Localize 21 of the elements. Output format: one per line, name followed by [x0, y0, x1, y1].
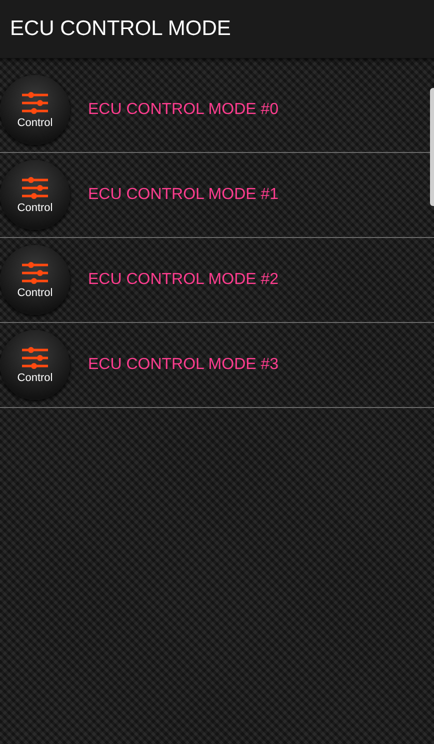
list-item[interactable]: Control ECU CONTROL MODE #1	[0, 153, 434, 238]
icon-label: Control	[17, 117, 53, 129]
control-button[interactable]: Control	[0, 330, 70, 400]
item-title: ECU CONTROL MODE #0	[88, 101, 279, 119]
list-item[interactable]: Control ECU CONTROL MODE #0	[0, 68, 434, 153]
icon-label: Control	[17, 372, 53, 384]
control-button[interactable]: Control	[0, 75, 70, 145]
sliders-icon	[21, 91, 49, 115]
icon-label: Control	[17, 287, 53, 299]
icon-label: Control	[17, 202, 53, 214]
sliders-icon	[21, 346, 49, 370]
control-button[interactable]: Control	[0, 245, 70, 315]
list-item[interactable]: Control ECU CONTROL MODE #2	[0, 238, 434, 323]
sliders-icon	[21, 261, 49, 285]
list-item[interactable]: Control ECU CONTROL MODE #3	[0, 323, 434, 408]
item-title: ECU CONTROL MODE #2	[88, 271, 279, 289]
sliders-icon	[21, 176, 49, 200]
control-button[interactable]: Control	[0, 160, 70, 230]
app-title: ECU CONTROL MODE	[10, 17, 231, 41]
item-title: ECU CONTROL MODE #1	[88, 186, 279, 204]
item-title: ECU CONTROL MODE #3	[88, 356, 279, 374]
